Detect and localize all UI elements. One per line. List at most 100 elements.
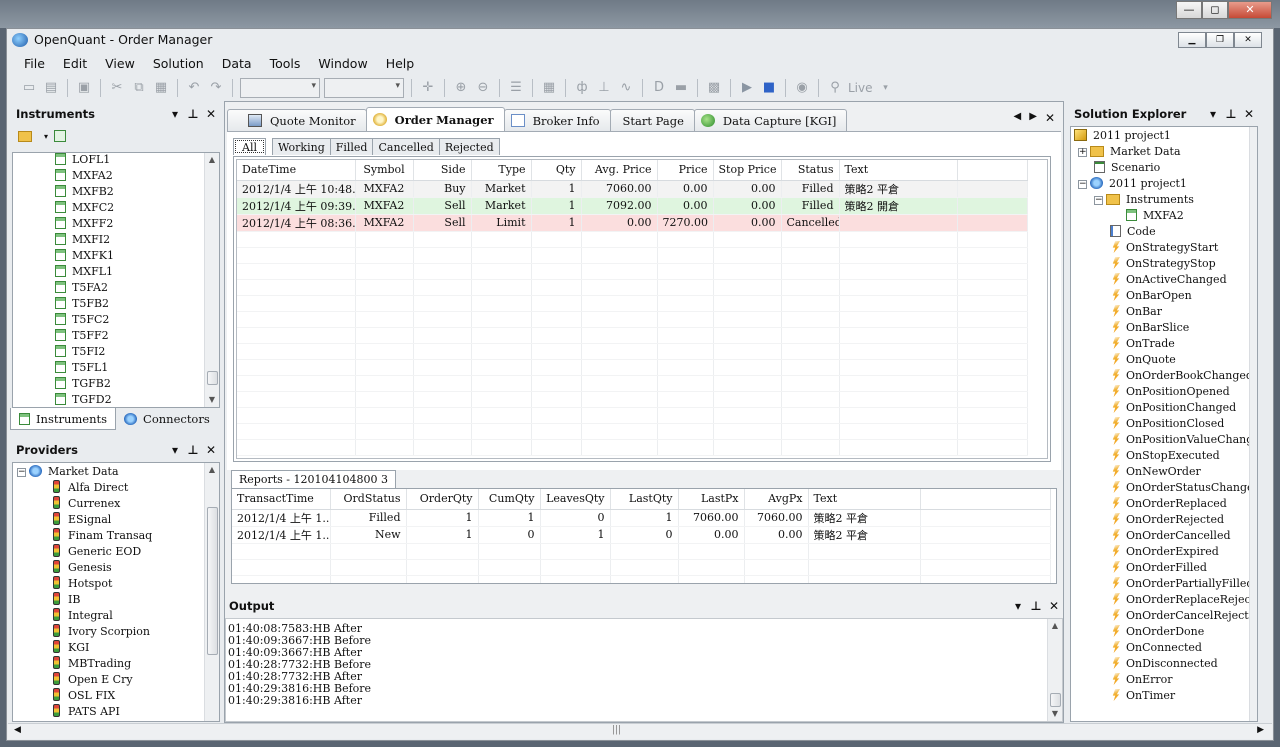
dropdown-icon[interactable]: ▾ bbox=[1204, 107, 1222, 121]
scrollbar-thumb[interactable] bbox=[207, 371, 218, 385]
tree-item-instruments[interactable]: − Instruments bbox=[1074, 192, 1246, 208]
refresh-icon[interactable] bbox=[54, 130, 67, 142]
column-header[interactable]: Side bbox=[413, 160, 472, 181]
reports-tab[interactable]: Reports - 120104104800 3 bbox=[231, 470, 396, 488]
tree-item-scenario[interactable]: Scenario bbox=[1074, 160, 1246, 176]
close-button[interactable]: ✕ bbox=[1228, 1, 1272, 19]
tab-order-manager[interactable]: Order Manager bbox=[365, 107, 505, 131]
draw-icon[interactable]: D bbox=[650, 79, 668, 97]
tree-item-event[interactable]: OnStrategyStart bbox=[1074, 240, 1246, 256]
scroll-down-icon[interactable]: ▼ bbox=[1048, 707, 1062, 721]
tree-item-event[interactable]: OnPositionClosed bbox=[1074, 416, 1246, 432]
scroll-down-icon[interactable]: ▼ bbox=[205, 393, 219, 407]
column-header[interactable]: OrdStatus bbox=[330, 489, 407, 510]
close-icon[interactable]: ✕ bbox=[1045, 111, 1055, 125]
menu-edit[interactable]: Edit bbox=[63, 56, 87, 71]
tree-item-solution[interactable]: 2011 project1 bbox=[1074, 128, 1246, 144]
dropdown-icon[interactable]: ▾ bbox=[1009, 599, 1027, 613]
scroll-left-icon[interactable]: ◀ bbox=[1014, 111, 1022, 125]
close-icon[interactable]: ✕ bbox=[202, 107, 220, 121]
column-header[interactable]: Status bbox=[781, 160, 840, 181]
chevron-down-icon[interactable]: ▾ bbox=[44, 132, 48, 141]
close-icon[interactable]: ✕ bbox=[1240, 107, 1258, 121]
column-header[interactable]: AvgPx bbox=[744, 489, 809, 510]
palette-icon[interactable]: ▬ bbox=[672, 79, 690, 97]
table-row[interactable]: 2012/1/4 上午 08:36... MXFA2 Sell Limit 1 0.00 7… bbox=[237, 214, 1028, 232]
tab-filter-all[interactable]: All bbox=[233, 138, 266, 155]
tree-item-event[interactable]: OnOrderPartiallyFilled bbox=[1074, 576, 1253, 592]
instrument-list-item[interactable]: MXFL1 bbox=[13, 264, 205, 280]
connect-icon[interactable]: ◉ bbox=[793, 79, 811, 97]
scroll-up-icon[interactable]: ▲ bbox=[205, 153, 219, 167]
column-header[interactable]: TransactTime bbox=[232, 489, 331, 510]
tab-filter-working[interactable]: Working bbox=[271, 138, 331, 155]
scroll-right-icon[interactable]: ▶ bbox=[1257, 725, 1264, 735]
copy-icon[interactable]: ⧉ bbox=[130, 79, 148, 97]
tree-item-event[interactable]: OnBarSlice bbox=[1074, 320, 1246, 336]
instrument-list-item[interactable]: MXFC2 bbox=[13, 200, 205, 216]
pin-icon[interactable]: ⊥ bbox=[184, 443, 202, 457]
zoom-in-icon[interactable]: ⊕ bbox=[452, 79, 470, 97]
collapse-icon[interactable]: − bbox=[1078, 180, 1087, 189]
menu-solution[interactable]: Solution bbox=[153, 56, 204, 71]
menu-view[interactable]: View bbox=[105, 56, 135, 71]
pin-icon[interactable]: ⊥ bbox=[184, 107, 202, 121]
table-row[interactable]: 2012/1/4 上午 1... New 1 0 1 0 0.00 0.00 策略2 平倉 bbox=[232, 526, 1051, 544]
menu-file[interactable]: File bbox=[24, 56, 45, 71]
table-row[interactable]: 2012/1/4 上午 1... Filled 1 1 0 1 7060.00 7060.00… bbox=[232, 509, 1051, 527]
instrument-list-item[interactable]: MXFA2 bbox=[13, 168, 205, 184]
column-header[interactable]: LastPx bbox=[678, 489, 745, 510]
scroll-left-icon[interactable]: ◀ bbox=[14, 725, 21, 735]
provider-list-item[interactable]: Open E Cry bbox=[17, 672, 205, 688]
chevron-down-icon[interactable]: ▾ bbox=[877, 79, 895, 97]
instrument-list-item[interactable]: T5FA2 bbox=[13, 280, 205, 296]
scroll-up-icon[interactable]: ▲ bbox=[205, 463, 219, 477]
live-mode-label[interactable]: Live bbox=[848, 81, 873, 95]
tab-filter-filled[interactable]: Filled bbox=[329, 138, 374, 155]
column-header[interactable]: DateTime bbox=[237, 160, 356, 181]
tree-item-event[interactable]: OnPositionValueChanged bbox=[1074, 432, 1257, 448]
instrument-list-item[interactable]: T5FF2 bbox=[13, 328, 205, 344]
scrollbar-thumb[interactable] bbox=[207, 507, 218, 655]
column-header[interactable]: Text bbox=[839, 160, 958, 181]
instrument-list-item[interactable]: TGFB2 bbox=[13, 376, 205, 392]
list-icon[interactable]: ☰ bbox=[507, 79, 525, 97]
tree-item-event[interactable]: OnOrderBookChanged bbox=[1074, 368, 1253, 384]
provider-list-item[interactable]: IB bbox=[17, 592, 205, 608]
solution-scrollbar[interactable] bbox=[1249, 127, 1257, 721]
provider-list-item[interactable]: KGI bbox=[17, 640, 205, 656]
provider-list-item[interactable]: MBTrading bbox=[17, 656, 205, 672]
zoom-out-icon[interactable]: ⊖ bbox=[474, 79, 492, 97]
stop-icon[interactable]: ■ bbox=[760, 79, 778, 97]
tree-item-event[interactable]: OnOrderFilled bbox=[1074, 560, 1246, 576]
column-header[interactable]: Price bbox=[657, 160, 714, 181]
tree-item-event[interactable]: OnBarOpen bbox=[1074, 288, 1246, 304]
maximize-button[interactable]: ◻ bbox=[1202, 1, 1228, 19]
toolbar-combo-2[interactable] bbox=[324, 78, 404, 98]
line-tool-icon[interactable]: ⊥ bbox=[595, 79, 613, 97]
menu-window[interactable]: Window bbox=[318, 56, 367, 71]
provider-list-item[interactable]: Genesis bbox=[17, 560, 205, 576]
pin-icon[interactable]: ⊥ bbox=[1222, 107, 1240, 121]
tree-item-strategy[interactable]: − 2011 project1 bbox=[1074, 176, 1246, 192]
minimize-button[interactable]: — bbox=[1176, 1, 1202, 19]
close-icon[interactable]: ✕ bbox=[202, 443, 220, 457]
instrument-list-item[interactable]: T5FI2 bbox=[13, 344, 205, 360]
tree-item-event[interactable]: OnOrderReplaced bbox=[1074, 496, 1246, 512]
provider-list-item[interactable]: Alfa Direct bbox=[17, 480, 205, 496]
tree-item-event[interactable]: OnBar bbox=[1074, 304, 1246, 320]
collapse-icon[interactable]: − bbox=[1094, 196, 1103, 205]
instrument-list-item[interactable]: T5FC2 bbox=[13, 312, 205, 328]
tree-item-market-data[interactable]: + Market Data bbox=[1074, 144, 1246, 160]
collapse-icon[interactable]: − bbox=[17, 468, 26, 477]
tree-item-event[interactable]: OnOrderDone bbox=[1074, 624, 1246, 640]
provider-list-item[interactable]: Hotspot bbox=[17, 576, 205, 592]
provider-list-item[interactable]: PATS API bbox=[17, 704, 205, 720]
tree-item-event[interactable]: OnTimer bbox=[1074, 688, 1246, 704]
column-header[interactable]: OrderQty bbox=[406, 489, 479, 510]
column-header[interactable]: Symbol bbox=[355, 160, 414, 181]
menu-data[interactable]: Data bbox=[222, 56, 252, 71]
column-header[interactable]: LastQty bbox=[610, 489, 679, 510]
scroll-up-icon[interactable]: ▲ bbox=[1048, 619, 1062, 633]
dropdown-icon[interactable]: ▾ bbox=[166, 443, 184, 457]
